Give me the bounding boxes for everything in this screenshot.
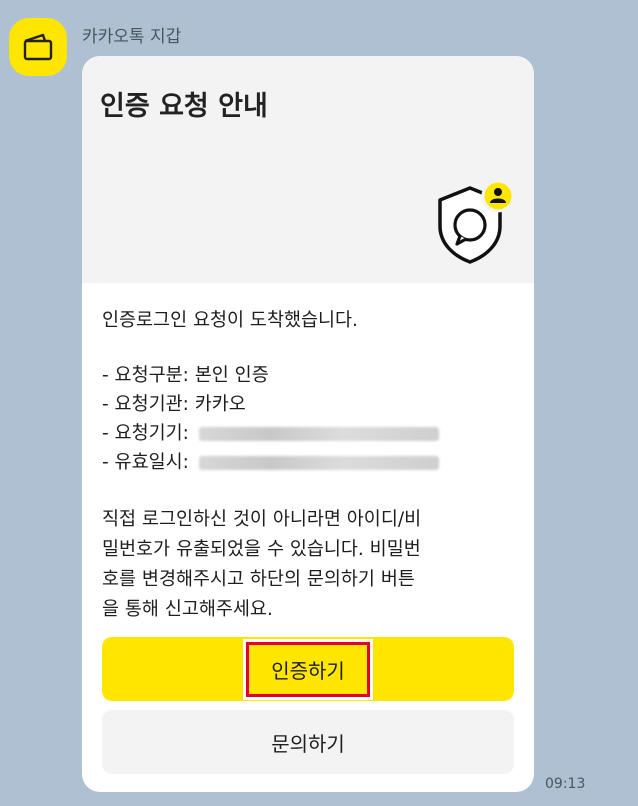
detail-request-type: - 요청구분: 본인 인증 (102, 361, 522, 390)
message-timestamp: 09:13 (545, 776, 586, 792)
detail-label: - 요청구분: (102, 365, 189, 386)
inquiry-button-label: 문의하기 (271, 731, 345, 756)
warning-line: 을 통해 신고해주세요. (102, 599, 273, 620)
detail-valid-time: - 유효일시: (102, 448, 522, 477)
user-badge-icon (481, 179, 515, 213)
warning-line: 직접 로그인하신 것이 아니라면 아이디/비 (102, 509, 422, 530)
message-header: 인증 요청 안내 (82, 56, 534, 283)
detail-request-device: - 요청기기: (102, 419, 522, 448)
shield-chat-icon (438, 179, 515, 264)
redacted-device (198, 427, 439, 441)
warning-text: 직접 로그인하신 것이 아니라면 아이디/비 밀번호가 유출되었을 수 있습니다… (102, 505, 522, 625)
authenticate-button[interactable]: 인증하기 (102, 637, 514, 701)
message-bubble: 인증 요청 안내 인증로그인 요청이 도착했습니다. - 요청구분: 본인 인증… (82, 56, 534, 792)
inquiry-button[interactable]: 문의하기 (102, 710, 514, 774)
sender-name: 카카오톡 지갑 (82, 27, 182, 47)
warning-line: 호를 변경해주시고 하단의 문의하기 버튼 (102, 569, 415, 590)
wallet-icon (23, 33, 53, 61)
detail-value: 본인 인증 (194, 365, 269, 386)
detail-label: - 요청기관: (102, 394, 189, 415)
intro-text: 인증로그인 요청이 도착했습니다. (102, 310, 358, 331)
message-title: 인증 요청 안내 (100, 91, 268, 122)
warning-line: 밀번호가 유출되었을 수 있습니다. 비밀번 (102, 539, 421, 560)
sender-avatar[interactable] (9, 18, 67, 76)
detail-value: 카카오 (194, 394, 246, 415)
authenticate-button-label: 인증하기 (243, 638, 373, 700)
detail-label: - 유효일시: (102, 452, 189, 473)
detail-label: - 요청기기: (102, 423, 189, 444)
detail-request-org: - 요청기관: 카카오 (102, 390, 522, 419)
redacted-datetime (198, 456, 439, 470)
message-body: 인증로그인 요청이 도착했습니다. - 요청구분: 본인 인증 - 요청기관: … (102, 306, 522, 625)
